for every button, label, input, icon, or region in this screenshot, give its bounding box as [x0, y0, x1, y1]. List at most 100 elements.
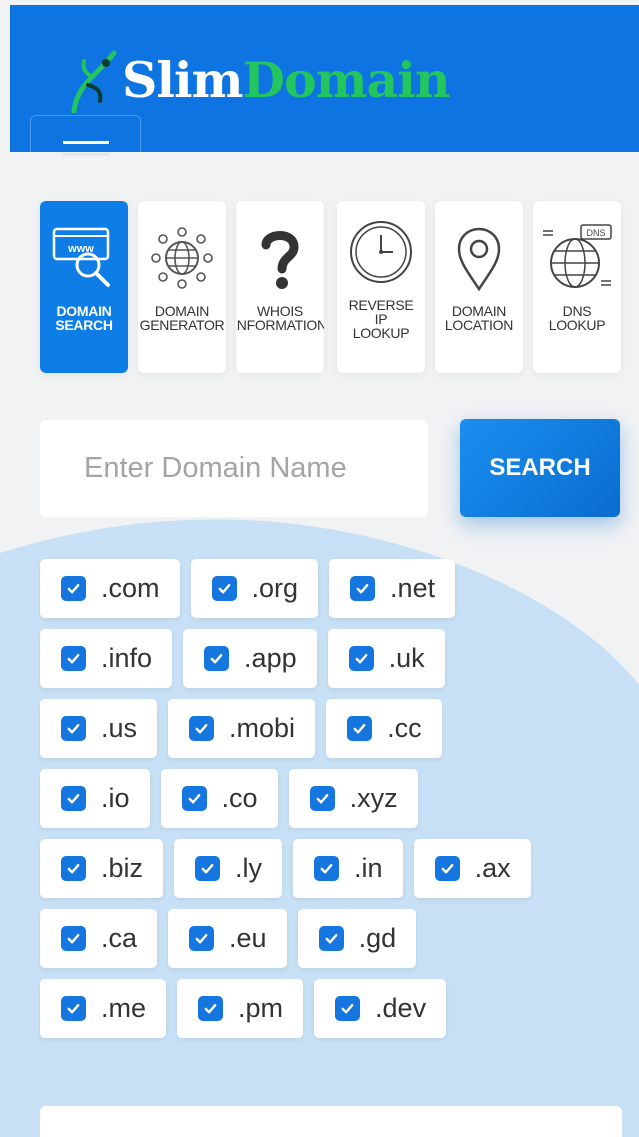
tool-label: DOMAIN GENERATOR — [139, 303, 225, 333]
tld-checkbox[interactable]: .me — [40, 979, 167, 1038]
tld-label: .app — [244, 643, 297, 673]
logo-text-slim: Slim — [122, 50, 243, 109]
tld-checkbox[interactable]: .xyz — [288, 769, 418, 828]
tld-row: .info .app .uk — [40, 629, 610, 688]
tld-checkbox[interactable]: .biz — [40, 839, 164, 898]
tld-label: .cc — [387, 713, 422, 743]
tld-row: .com .org .net — [40, 559, 610, 618]
tld-row: .me .pm .dev — [40, 979, 610, 1038]
tld-checkbox[interactable]: .io — [40, 769, 150, 828]
tool-domain-generator[interactable]: DOMAIN GENERATOR — [138, 201, 226, 373]
tld-label: .pm — [238, 993, 284, 1023]
dns-globe-icon: DNS — [543, 224, 612, 288]
tld-checkbox[interactable]: .in — [293, 839, 403, 898]
tld-checkbox[interactable]: .pm — [177, 979, 304, 1038]
globe-network-icon — [151, 227, 213, 289]
checkbox-checked-icon — [348, 646, 374, 671]
checkbox-checked-icon — [347, 716, 373, 741]
tld-row: .biz .ly .in .ax — [40, 839, 610, 898]
tld-label: .uk — [388, 643, 425, 673]
checkbox-checked-icon — [309, 786, 335, 811]
tld-label: .io — [101, 783, 130, 813]
checkbox-checked-icon — [195, 856, 221, 881]
tld-row: .us .mobi .cc — [40, 699, 610, 758]
checkbox-checked-icon — [335, 996, 361, 1021]
search-button[interactable]: SEARCH — [460, 419, 620, 517]
tld-label: .org — [251, 573, 299, 603]
tld-label: .info — [101, 643, 153, 673]
hamburger-menu-button[interactable] — [30, 115, 141, 175]
checkbox-checked-icon — [61, 576, 86, 601]
tld-checkbox[interactable]: .com — [40, 559, 180, 618]
tld-label: .com — [101, 573, 160, 603]
tld-label: .in — [354, 853, 383, 883]
tool-label: REVERSE IP LOOKUP — [348, 297, 414, 341]
tld-checkbox[interactable]: .ca — [40, 909, 158, 968]
tld-label: .dev — [375, 993, 427, 1023]
checkbox-checked-icon — [61, 996, 86, 1021]
tld-label: .ax — [474, 853, 511, 883]
tool-dns-lookup[interactable]: DNS DNS LOOKUP — [533, 201, 621, 373]
tool-label: WHOIS INFORMATION — [236, 303, 324, 333]
tool-label: DOMAIN LOCATION — [444, 303, 514, 333]
tld-checkbox[interactable]: .uk — [327, 629, 445, 688]
logo-text-domain: Domain — [242, 50, 450, 109]
checkbox-checked-icon — [314, 856, 340, 881]
tld-checkbox[interactable]: .mobi — [168, 699, 316, 758]
checkbox-checked-icon — [189, 926, 215, 951]
tld-row: .io .co .xyz — [40, 769, 610, 828]
runner-icon — [71, 50, 117, 113]
tld-checkbox[interactable]: .dev — [314, 979, 447, 1038]
checkbox-checked-icon — [61, 716, 86, 741]
tld-checkbox[interactable]: .ly — [174, 839, 283, 898]
tld-label: .co — [221, 783, 258, 813]
checkbox-checked-icon — [350, 576, 376, 601]
domain-search-input[interactable] — [40, 420, 428, 517]
tool-domain-location[interactable]: DOMAIN LOCATION — [435, 201, 523, 373]
checkbox-checked-icon — [434, 856, 460, 881]
tld-label: .eu — [229, 923, 267, 953]
checkbox-checked-icon — [181, 786, 207, 811]
tld-checkbox[interactable]: .gd — [297, 909, 417, 968]
tool-label: DNS LOOKUP — [548, 303, 606, 333]
tld-label: .ly — [235, 853, 263, 883]
tld-checkbox[interactable]: .org — [190, 559, 319, 618]
tld-label: .net — [390, 573, 436, 603]
site-logo[interactable]: SlimDomain — [62, 45, 450, 115]
tld-label: .biz — [101, 853, 144, 883]
map-pin-icon — [457, 227, 501, 292]
tool-label: DOMAIN SEARCH — [55, 303, 113, 333]
tld-checkbox[interactable]: .app — [183, 629, 317, 688]
tld-checkbox[interactable]: .us — [40, 699, 158, 758]
tld-label: .me — [101, 993, 147, 1023]
tld-label: .gd — [358, 923, 397, 953]
checkbox-checked-icon — [198, 996, 224, 1021]
hamburger-icon — [62, 141, 109, 144]
tool-tabs: www DOMAIN SEARCH DOMAIN GENERATOR WHOIS… — [40, 201, 622, 373]
tld-checkbox[interactable]: .eu — [168, 909, 287, 968]
checkbox-checked-icon — [204, 646, 230, 671]
tld-checkbox[interactable]: .cc — [326, 699, 442, 758]
tld-row: .ca .eu .gd — [40, 909, 610, 968]
tld-checkbox[interactable]: .info — [40, 629, 173, 688]
www-search-icon: www — [52, 227, 110, 287]
tool-whois-information[interactable]: WHOIS INFORMATION — [236, 201, 324, 373]
tld-checkbox[interactable]: .ax — [413, 839, 531, 898]
tld-checkbox-list: .com .org .net .info .app .uk .us .mobi … — [40, 559, 610, 1049]
tld-checkbox[interactable]: .co — [160, 769, 278, 828]
checkbox-checked-icon — [61, 646, 86, 671]
clock-icon — [350, 221, 412, 283]
tld-label: .mobi — [229, 713, 296, 743]
tool-reverse-ip-lookup[interactable]: REVERSE IP LOOKUP — [337, 201, 425, 373]
checkbox-checked-icon — [318, 926, 344, 951]
tld-label: .us — [101, 713, 138, 743]
checkbox-checked-icon — [61, 856, 86, 881]
tool-domain-search[interactable]: www DOMAIN SEARCH — [40, 201, 128, 373]
results-card — [40, 1106, 622, 1137]
checkbox-checked-icon — [211, 576, 237, 601]
tld-label: .xyz — [349, 783, 398, 813]
question-mark-icon — [261, 231, 299, 289]
tld-checkbox[interactable]: .net — [329, 559, 456, 618]
checkbox-checked-icon — [61, 926, 86, 951]
checkbox-checked-icon — [189, 716, 215, 741]
